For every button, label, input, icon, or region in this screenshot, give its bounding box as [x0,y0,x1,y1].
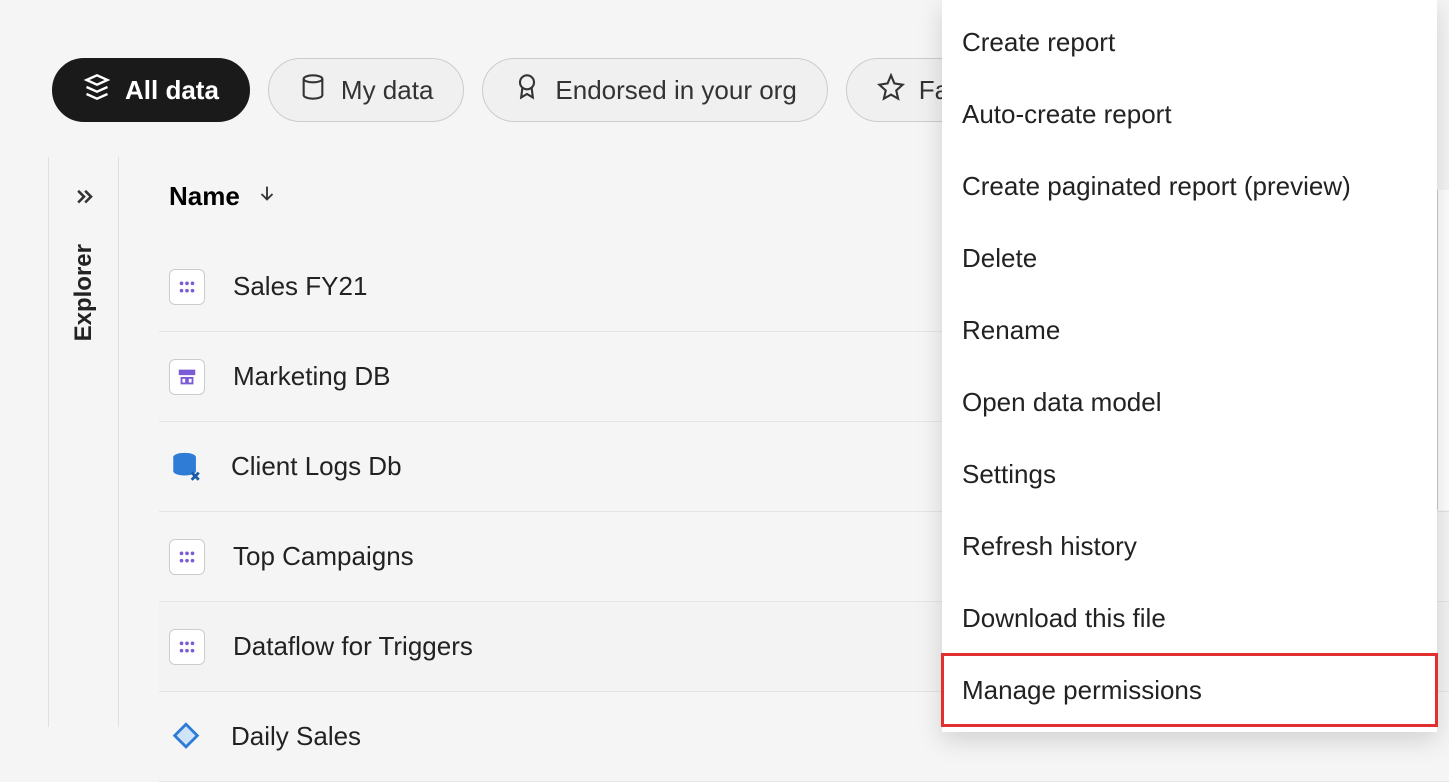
row-label: Sales FY21 [233,271,367,302]
explorer-rail: Explorer [49,157,119,727]
context-menu-item[interactable]: Settings [942,438,1437,510]
ribbon-icon [513,73,541,108]
semantic-model-icon [169,539,205,575]
database-icon [169,450,203,484]
sort-down-icon [256,181,278,212]
filter-label: Endorsed in your org [555,75,796,106]
context-menu: Create reportAuto-create reportCreate pa… [942,0,1437,732]
expand-icon[interactable] [70,185,98,218]
filter-label: My data [341,75,434,106]
filter-endorsed[interactable]: Endorsed in your org [482,58,827,122]
star-icon [877,73,905,108]
semantic-model-icon [169,269,205,305]
right-panel-edge [1437,190,1449,510]
stack-icon [83,73,111,108]
row-label: Client Logs Db [231,451,402,482]
context-menu-item[interactable]: Refresh history [942,510,1437,582]
context-menu-item[interactable]: Open data model [942,366,1437,438]
row-label: Top Campaigns [233,541,414,572]
cylinder-icon [299,73,327,108]
row-label: Marketing DB [233,361,391,392]
context-menu-item[interactable]: Delete [942,222,1437,294]
row-label: Daily Sales [231,721,361,752]
context-menu-item[interactable]: Rename [942,294,1437,366]
row-label: Dataflow for Triggers [233,631,473,662]
filter-label: All data [125,75,219,106]
context-menu-item[interactable]: Create paginated report (preview) [942,150,1437,222]
context-menu-item[interactable]: Create report [942,6,1437,78]
report-icon [169,720,203,754]
column-header-label: Name [169,181,240,212]
filter-my-data[interactable]: My data [268,58,465,122]
explorer-label: Explorer [70,244,98,341]
datamart-icon [169,359,205,395]
context-menu-item[interactable]: Manage permissions [942,654,1437,726]
semantic-model-icon [169,629,205,665]
filter-all-data[interactable]: All data [52,58,250,122]
context-menu-item[interactable]: Auto-create report [942,78,1437,150]
context-menu-item[interactable]: Download this file [942,582,1437,654]
